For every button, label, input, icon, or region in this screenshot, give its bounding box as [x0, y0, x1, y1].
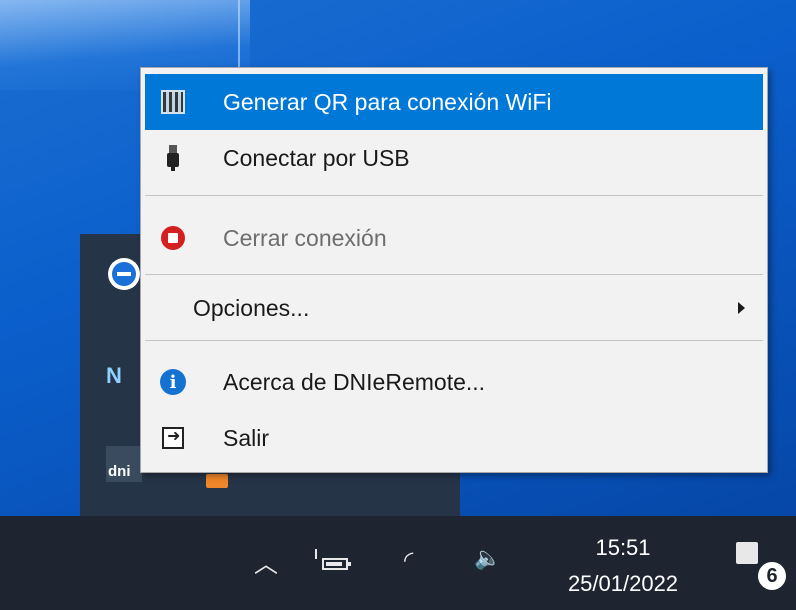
- stop-icon: [160, 225, 186, 251]
- submenu-arrow-icon: [738, 302, 745, 314]
- teamviewer-icon[interactable]: [108, 258, 140, 290]
- volume-icon[interactable]: 🔈: [474, 546, 501, 571]
- menu-separator: [145, 340, 763, 341]
- notification-count-badge: 6: [756, 560, 788, 592]
- menu-item-label: Salir: [223, 424, 270, 451]
- orange-app-icon[interactable]: [206, 474, 228, 488]
- menu-separator: [145, 274, 763, 275]
- battery-icon[interactable]: [315, 549, 351, 570]
- usb-icon: [160, 145, 186, 171]
- taskbar-clock[interactable]: 15:51 25/01/2022: [548, 530, 698, 602]
- menu-item-about[interactable]: i Acerca de DNIeRemote...: [145, 354, 763, 410]
- context-menu: Generar QR para conexión WiFi Conectar p…: [140, 67, 768, 473]
- nx-icon[interactable]: N: [106, 360, 138, 392]
- notification-icon[interactable]: 6: [736, 542, 788, 592]
- dni-label: dni: [108, 463, 131, 480]
- menu-item-label: Acerca de DNIeRemote...: [223, 368, 486, 395]
- dnie-remote-icon[interactable]: dni: [106, 446, 142, 482]
- exit-icon: [160, 425, 186, 451]
- chevron-up-icon[interactable]: ︿: [254, 544, 278, 579]
- qr-code-icon: [160, 89, 186, 115]
- wifi-icon[interactable]: ◜: [404, 546, 413, 574]
- menu-item-generate-qr[interactable]: Generar QR para conexión WiFi: [145, 74, 763, 130]
- menu-item-label: Conectar por USB: [223, 144, 410, 171]
- clock-time: 15:51: [595, 535, 651, 560]
- info-icon: i: [160, 369, 186, 395]
- menu-item-connect-usb[interactable]: Conectar por USB: [145, 130, 763, 186]
- menu-separator: [145, 195, 763, 196]
- menu-item-exit[interactable]: Salir: [145, 410, 763, 466]
- menu-item-close-connection: Cerrar conexión: [145, 210, 763, 266]
- menu-item-label: Cerrar conexión: [223, 224, 387, 251]
- clock-date: 25/01/2022: [567, 571, 679, 596]
- taskbar: ︿ ◜ 🔈 15:51 25/01/2022 6: [0, 516, 796, 610]
- menu-item-options[interactable]: Opciones...: [145, 280, 763, 336]
- menu-item-label: Opciones...: [193, 294, 310, 321]
- menu-item-label: Generar QR para conexión WiFi: [223, 88, 552, 115]
